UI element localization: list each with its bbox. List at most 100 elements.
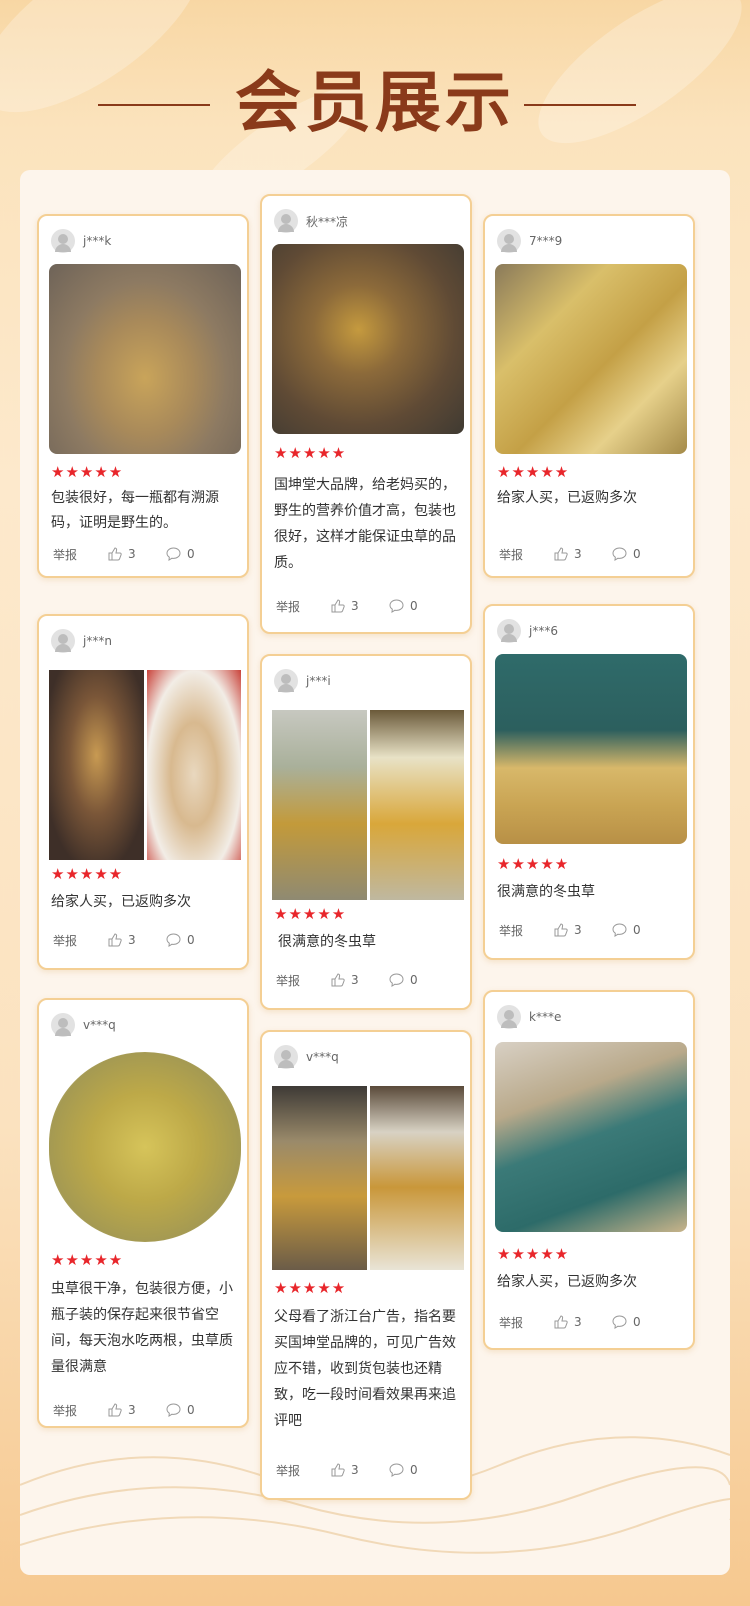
comment-button[interactable]: 0: [166, 1403, 195, 1417]
comment-button[interactable]: 0: [166, 547, 195, 561]
report-link[interactable]: 举报: [53, 1402, 108, 1419]
review-user: 秋***凉: [274, 208, 348, 234]
user-name: j***k: [83, 234, 112, 248]
like-button[interactable]: 3: [331, 599, 389, 613]
rating-stars: ★★★★★: [274, 905, 347, 923]
comment-bubble-icon: [612, 923, 627, 937]
report-link[interactable]: 举报: [499, 546, 554, 563]
review-card[interactable]: 7***9 ★★★★★ 给家人买，已返购多次 举报 3 0: [483, 214, 695, 578]
review-photo[interactable]: [49, 264, 241, 454]
review-text: 虫草很干净，包装很方便，小瓶子装的保存起来很节省空间，每天泡水吃两根，虫草质量很…: [51, 1281, 233, 1375]
review-card[interactable]: j***k ★★★★★ 包装很好，每一瓶都有溯源码，证明是野生的。 举报 3 0: [37, 214, 249, 578]
review-text: 很满意的冬虫草: [278, 934, 376, 950]
review-footer: 举报 3 0: [53, 930, 237, 950]
comment-button[interactable]: 0: [389, 599, 418, 613]
report-link[interactable]: 举报: [53, 932, 108, 949]
comment-button[interactable]: 0: [389, 1463, 418, 1477]
review-user: j***k: [51, 228, 111, 254]
comment-bubble-icon: [166, 1403, 181, 1417]
photo-left: [272, 1086, 367, 1270]
user-name: 秋***凉: [306, 214, 349, 229]
review-text: 父母看了浙江台广告，指名要买国坤堂品牌的，可见广告效应不错，收到货包装也还精致，…: [274, 1309, 456, 1429]
review-photo[interactable]: [495, 264, 687, 454]
header-line-left: [98, 104, 210, 106]
comment-count: 0: [633, 923, 641, 937]
comment-count: 0: [410, 973, 418, 987]
review-user: v***q: [51, 1012, 116, 1038]
comment-count: 0: [633, 1315, 641, 1329]
like-count: 3: [351, 973, 359, 987]
default-avatar-icon: [51, 229, 75, 253]
header-line-right: [524, 104, 636, 106]
rating-stars: ★★★★★: [497, 1245, 570, 1263]
like-button[interactable]: 3: [108, 933, 166, 947]
user-name: v***q: [306, 1050, 339, 1064]
review-photo[interactable]: [495, 654, 687, 844]
comment-count: 0: [187, 547, 195, 561]
like-button[interactable]: 3: [331, 973, 389, 987]
like-count: 3: [128, 933, 136, 947]
like-count: 3: [128, 1403, 136, 1417]
report-link[interactable]: 举报: [276, 972, 331, 989]
review-text: 包装很好，每一瓶都有溯源码，证明是野生的。: [51, 490, 219, 531]
like-button[interactable]: 3: [108, 1403, 166, 1417]
like-button[interactable]: 3: [108, 547, 166, 561]
review-card[interactable]: j***i ★★★★★ 很满意的冬虫草 举报 3 0: [260, 654, 472, 1010]
review-footer: 举报 3 0: [276, 970, 460, 990]
comment-button[interactable]: 0: [389, 973, 418, 987]
review-photo[interactable]: [272, 244, 464, 434]
review-photo[interactable]: [272, 710, 464, 900]
thumbs-up-icon: [331, 599, 345, 613]
report-link[interactable]: 举报: [276, 1462, 331, 1479]
user-name: j***6: [529, 624, 558, 638]
comment-button[interactable]: 0: [166, 933, 195, 947]
review-card[interactable]: 秋***凉 ★★★★★ 国坤堂大品牌，给老妈买的，野生的营养价值才高，包装也很好…: [260, 194, 472, 634]
review-text: 很满意的冬虫草: [497, 884, 595, 900]
default-avatar-icon: [274, 669, 298, 693]
default-avatar-icon: [274, 209, 298, 233]
review-footer: 举报 3 0: [499, 544, 683, 564]
comment-button[interactable]: 0: [612, 923, 641, 937]
like-button[interactable]: 3: [554, 1315, 612, 1329]
like-button[interactable]: 3: [331, 1463, 389, 1477]
user-name: j***n: [83, 634, 112, 648]
review-card[interactable]: k***e ★★★★★ 给家人买，已返购多次 举报 3 0: [483, 990, 695, 1350]
like-count: 3: [351, 1463, 359, 1477]
comment-bubble-icon: [389, 973, 404, 987]
review-user: 7***9: [497, 228, 562, 254]
review-user: k***e: [497, 1004, 561, 1030]
report-link[interactable]: 举报: [499, 922, 554, 939]
thumbs-up-icon: [554, 923, 568, 937]
comment-bubble-icon: [389, 599, 404, 613]
review-text: 给家人买，已返购多次: [497, 490, 637, 506]
review-card[interactable]: v***q ★★★★★ 父母看了浙江台广告，指名要买国坤堂品牌的，可见广告效应不…: [260, 1030, 472, 1500]
like-count: 3: [351, 599, 359, 613]
review-photo[interactable]: [272, 1086, 464, 1270]
comment-bubble-icon: [166, 933, 181, 947]
comment-bubble-icon: [612, 1315, 627, 1329]
comment-count: 0: [410, 599, 418, 613]
like-button[interactable]: 3: [554, 923, 612, 937]
like-button[interactable]: 3: [554, 547, 612, 561]
like-count: 3: [128, 547, 136, 561]
comment-bubble-icon: [166, 547, 181, 561]
report-link[interactable]: 举报: [53, 546, 108, 563]
report-link[interactable]: 举报: [276, 598, 331, 615]
report-link[interactable]: 举报: [499, 1314, 554, 1331]
review-card[interactable]: j***n ★★★★★ 给家人买，已返购多次 举报 3 0: [37, 614, 249, 970]
user-name: j***i: [306, 674, 331, 688]
review-photo[interactable]: [495, 1042, 687, 1232]
review-footer: 举报 3 0: [276, 596, 460, 616]
comment-button[interactable]: 0: [612, 1315, 641, 1329]
review-text: 国坤堂大品牌，给老妈买的，野生的营养价值才高，包装也很好，这样才能保证虫草的品质…: [274, 477, 456, 571]
review-user: j***i: [274, 668, 331, 694]
comment-button[interactable]: 0: [612, 547, 641, 561]
default-avatar-icon: [51, 629, 75, 653]
review-card[interactable]: v***q ★★★★★ 虫草很干净，包装很方便，小瓶子装的保存起来很节省空间，每…: [37, 998, 249, 1428]
thumbs-up-icon: [554, 547, 568, 561]
thumbs-up-icon: [554, 1315, 568, 1329]
review-card[interactable]: j***6 ★★★★★ 很满意的冬虫草 举报 3 0: [483, 604, 695, 960]
rating-stars: ★★★★★: [51, 1251, 124, 1269]
review-photo[interactable]: [49, 670, 241, 860]
review-photo[interactable]: [49, 1052, 241, 1242]
